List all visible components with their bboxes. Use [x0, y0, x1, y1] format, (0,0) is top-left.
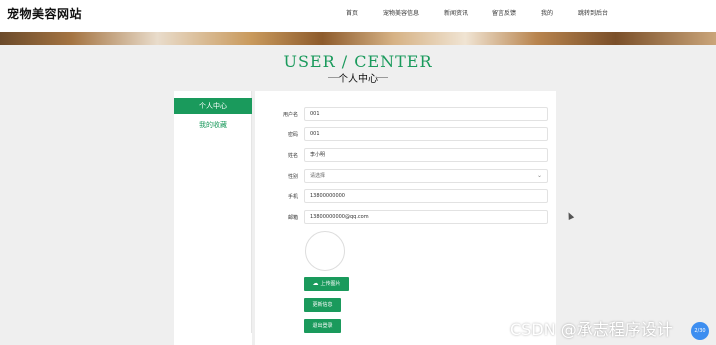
email-label: 邮箱: [287, 215, 298, 221]
gender-label: 性别: [287, 174, 298, 180]
nav-mine[interactable]: 我的: [541, 8, 553, 17]
upload-image-button[interactable]: ☁ 上传图片: [304, 277, 349, 291]
name-input[interactable]: 李小明: [304, 148, 548, 162]
phone-input[interactable]: 13800000000: [304, 189, 548, 203]
email-input[interactable]: 13800000000@qq.com: [304, 210, 548, 224]
nav-home[interactable]: 首页: [346, 8, 358, 17]
username-input[interactable]: 001: [304, 107, 548, 121]
logout-button[interactable]: 退出登录: [304, 319, 341, 333]
site-logo[interactable]: 宠物美容网站: [7, 5, 82, 22]
title-divider-right: [376, 77, 388, 78]
upload-image-label: 上传图片: [320, 281, 341, 287]
nav-pet-grooming-info[interactable]: 宠物美容信息: [383, 8, 419, 17]
mouse-cursor-icon: [565, 211, 575, 220]
floating-badge[interactable]: 2/30: [691, 322, 709, 340]
password-label: 密码: [287, 132, 298, 138]
page-title-cn: 个人中心: [338, 74, 378, 85]
name-label: 姓名: [287, 153, 298, 159]
nav-news[interactable]: 新闻资讯: [444, 8, 468, 17]
nav-admin[interactable]: 跳转到后台: [578, 8, 608, 17]
username-label: 用户名: [282, 112, 298, 118]
top-bar: 宠物美容网站 首页 宠物美容信息 新闻资讯 留言反馈 我的 跳转到后台: [0, 0, 716, 32]
page-title-en: USER / CENTER: [283, 52, 433, 71]
sidebar-item-favorites[interactable]: 我的收藏: [174, 117, 252, 133]
banner-image: [0, 32, 716, 45]
cloud-upload-icon: ☁: [312, 280, 319, 287]
title-divider-left: [328, 77, 340, 78]
sidebar: 个人中心 我的收藏: [174, 91, 252, 333]
nav-feedback[interactable]: 留言反馈: [492, 8, 516, 17]
gender-select-placeholder: 请选择: [310, 173, 326, 179]
password-input[interactable]: 001: [304, 127, 548, 141]
watermark: CSDN @承志程序设计: [510, 320, 673, 339]
divider: [252, 91, 255, 345]
sidebar-item-user-center[interactable]: 个人中心: [174, 98, 252, 114]
update-info-button[interactable]: 更新信息: [304, 298, 341, 312]
chevron-down-icon: ⌄: [536, 172, 542, 179]
phone-label: 手机: [287, 194, 298, 200]
avatar: [305, 231, 345, 271]
gender-select[interactable]: 请选择 ⌄: [304, 169, 548, 183]
